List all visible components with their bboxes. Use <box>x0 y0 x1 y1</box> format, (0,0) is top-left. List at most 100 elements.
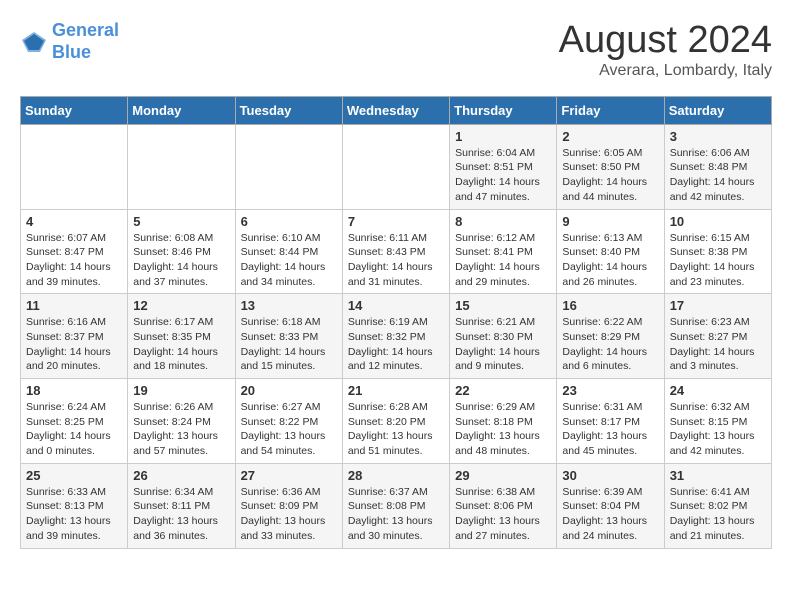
calendar-cell: 21 Sunrise: 6:28 AMSunset: 8:20 PMDayligh… <box>342 379 449 464</box>
day-info: Sunrise: 6:27 AMSunset: 8:22 PMDaylight:… <box>241 400 337 459</box>
calendar-cell: 16Sunrise: 6:22 AMSunset: 8:29 PMDayligh… <box>557 294 664 379</box>
day-number: 16 <box>562 298 658 313</box>
day-info: Sunrise: 6:17 AMSunset: 8:35 PMDaylight:… <box>133 315 229 374</box>
day-number: 5 <box>133 214 229 229</box>
day-info: Sunrise: 6:32 AMSunset: 8:15 PMDaylight:… <box>670 400 766 459</box>
day-number: 10 <box>670 214 766 229</box>
weekday-header-sunday: Sunday <box>21 96 128 124</box>
calendar-cell: 3 Sunrise: 6:06 AMSunset: 8:48 PMDaylight… <box>664 124 771 209</box>
day-number: 13 <box>241 298 337 313</box>
calendar-cell: 6Sunrise: 6:10 AMSunset: 8:44 PMDaylight… <box>235 209 342 294</box>
logo-blue: Blue <box>52 42 91 62</box>
calendar-cell: 24 Sunrise: 6:32 AMSunset: 8:15 PMDayligh… <box>664 379 771 464</box>
day-number: 23 <box>562 383 658 398</box>
day-info: Sunrise: 6:15 AMSunset: 8:38 PMDaylight:… <box>670 231 766 290</box>
calendar-cell: 1 Sunrise: 6:04 AMSunset: 8:51 PMDaylight… <box>450 124 557 209</box>
calendar-cell: 27Sunrise: 6:36 AMSunset: 8:09 PMDayligh… <box>235 463 342 548</box>
weekday-header-wednesday: Wednesday <box>342 96 449 124</box>
day-number: 25 <box>26 468 122 483</box>
calendar-cell: 18 Sunrise: 6:24 AMSunset: 8:25 PMDayligh… <box>21 379 128 464</box>
day-number: 3 <box>670 129 766 144</box>
calendar-cell: 30 Sunrise: 6:39 AMSunset: 8:04 PMDayligh… <box>557 463 664 548</box>
calendar-cell <box>235 124 342 209</box>
day-number: 27 <box>241 468 337 483</box>
day-number: 4 <box>26 214 122 229</box>
calendar-cell: 8 Sunrise: 6:12 AMSunset: 8:41 PMDaylight… <box>450 209 557 294</box>
day-info: Sunrise: 6:04 AMSunset: 8:51 PMDaylight:… <box>455 146 551 205</box>
weekday-header-saturday: Saturday <box>664 96 771 124</box>
day-number: 22 <box>455 383 551 398</box>
calendar-cell: 13 Sunrise: 6:18 AMSunset: 8:33 PMDayligh… <box>235 294 342 379</box>
calendar-cell: 12 Sunrise: 6:17 AMSunset: 8:35 PMDayligh… <box>128 294 235 379</box>
day-info: Sunrise: 6:39 AMSunset: 8:04 PMDaylight:… <box>562 485 658 544</box>
calendar-cell <box>21 124 128 209</box>
day-number: 30 <box>562 468 658 483</box>
calendar-week-row: 18 Sunrise: 6:24 AMSunset: 8:25 PMDayligh… <box>21 379 772 464</box>
calendar-week-row: 11 Sunrise: 6:16 AMSunset: 8:37 PMDayligh… <box>21 294 772 379</box>
day-info: Sunrise: 6:13 AMSunset: 8:40 PMDaylight:… <box>562 231 658 290</box>
calendar-cell: 19Sunrise: 6:26 AMSunset: 8:24 PMDayligh… <box>128 379 235 464</box>
day-number: 20 <box>241 383 337 398</box>
calendar-cell: 14 Sunrise: 6:19 AMSunset: 8:32 PMDayligh… <box>342 294 449 379</box>
day-info: Sunrise: 6:41 AMSunset: 8:02 PMDaylight:… <box>670 485 766 544</box>
calendar-cell: 5Sunrise: 6:08 AMSunset: 8:46 PMDaylight… <box>128 209 235 294</box>
day-info: Sunrise: 6:31 AMSunset: 8:17 PMDaylight:… <box>562 400 658 459</box>
day-number: 11 <box>26 298 122 313</box>
calendar-cell: 10 Sunrise: 6:15 AMSunset: 8:38 PMDayligh… <box>664 209 771 294</box>
weekday-header-monday: Monday <box>128 96 235 124</box>
day-info: Sunrise: 6:34 AMSunset: 8:11 PMDaylight:… <box>133 485 229 544</box>
calendar-cell: 20 Sunrise: 6:27 AMSunset: 8:22 PMDayligh… <box>235 379 342 464</box>
day-number: 14 <box>348 298 444 313</box>
day-info: Sunrise: 6:16 AMSunset: 8:37 PMDaylight:… <box>26 315 122 374</box>
weekday-header-friday: Friday <box>557 96 664 124</box>
day-number: 31 <box>670 468 766 483</box>
page-header: General Blue August 2024 Averara, Lombar… <box>20 20 772 80</box>
day-number: 21 <box>348 383 444 398</box>
calendar-cell: 17 Sunrise: 6:23 AMSunset: 8:27 PMDayligh… <box>664 294 771 379</box>
calendar-cell: 23 Sunrise: 6:31 AMSunset: 8:17 PMDayligh… <box>557 379 664 464</box>
calendar-cell <box>128 124 235 209</box>
day-number: 24 <box>670 383 766 398</box>
day-number: 12 <box>133 298 229 313</box>
day-info: Sunrise: 6:24 AMSunset: 8:25 PMDaylight:… <box>26 400 122 459</box>
day-number: 9 <box>562 214 658 229</box>
calendar-week-row: 25 Sunrise: 6:33 AMSunset: 8:13 PMDayligh… <box>21 463 772 548</box>
day-number: 18 <box>26 383 122 398</box>
weekday-header-tuesday: Tuesday <box>235 96 342 124</box>
day-number: 17 <box>670 298 766 313</box>
day-info: Sunrise: 6:12 AMSunset: 8:41 PMDaylight:… <box>455 231 551 290</box>
calendar-cell: 25 Sunrise: 6:33 AMSunset: 8:13 PMDayligh… <box>21 463 128 548</box>
day-number: 15 <box>455 298 551 313</box>
calendar-cell: 4 Sunrise: 6:07 AMSunset: 8:47 PMDaylight… <box>21 209 128 294</box>
day-info: Sunrise: 6:11 AMSunset: 8:43 PMDaylight:… <box>348 231 444 290</box>
day-info: Sunrise: 6:23 AMSunset: 8:27 PMDaylight:… <box>670 315 766 374</box>
calendar-cell: 22 Sunrise: 6:29 AMSunset: 8:18 PMDayligh… <box>450 379 557 464</box>
calendar-cell: 28 Sunrise: 6:37 AMSunset: 8:08 PMDayligh… <box>342 463 449 548</box>
day-info: Sunrise: 6:19 AMSunset: 8:32 PMDaylight:… <box>348 315 444 374</box>
calendar-cell: 2 Sunrise: 6:05 AMSunset: 8:50 PMDaylight… <box>557 124 664 209</box>
calendar-cell: 15 Sunrise: 6:21 AMSunset: 8:30 PMDayligh… <box>450 294 557 379</box>
day-info: Sunrise: 6:07 AMSunset: 8:47 PMDaylight:… <box>26 231 122 290</box>
day-info: Sunrise: 6:18 AMSunset: 8:33 PMDaylight:… <box>241 315 337 374</box>
calendar-week-row: 4 Sunrise: 6:07 AMSunset: 8:47 PMDaylight… <box>21 209 772 294</box>
title-block: August 2024 Averara, Lombardy, Italy <box>559 20 772 80</box>
day-number: 2 <box>562 129 658 144</box>
day-info: Sunrise: 6:21 AMSunset: 8:30 PMDaylight:… <box>455 315 551 374</box>
calendar-cell: 7Sunrise: 6:11 AMSunset: 8:43 PMDaylight… <box>342 209 449 294</box>
logo-general: General <box>52 20 119 40</box>
day-number: 28 <box>348 468 444 483</box>
day-info: Sunrise: 6:10 AMSunset: 8:44 PMDaylight:… <box>241 231 337 290</box>
day-info: Sunrise: 6:29 AMSunset: 8:18 PMDaylight:… <box>455 400 551 459</box>
day-info: Sunrise: 6:33 AMSunset: 8:13 PMDaylight:… <box>26 485 122 544</box>
day-number: 8 <box>455 214 551 229</box>
day-info: Sunrise: 6:06 AMSunset: 8:48 PMDaylight:… <box>670 146 766 205</box>
calendar-cell: 26Sunrise: 6:34 AMSunset: 8:11 PMDayligh… <box>128 463 235 548</box>
calendar-cell <box>342 124 449 209</box>
day-number: 1 <box>455 129 551 144</box>
day-info: Sunrise: 6:28 AMSunset: 8:20 PMDaylight:… <box>348 400 444 459</box>
day-info: Sunrise: 6:37 AMSunset: 8:08 PMDaylight:… <box>348 485 444 544</box>
day-number: 19 <box>133 383 229 398</box>
calendar-title: August 2024 <box>559 20 772 62</box>
day-info: Sunrise: 6:05 AMSunset: 8:50 PMDaylight:… <box>562 146 658 205</box>
calendar-cell: 31 Sunrise: 6:41 AMSunset: 8:02 PMDayligh… <box>664 463 771 548</box>
